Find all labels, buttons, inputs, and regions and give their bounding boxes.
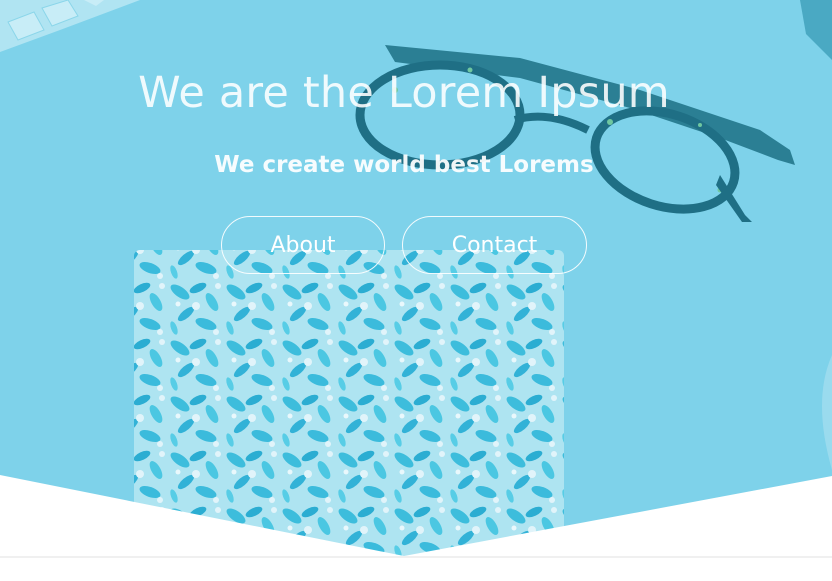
contact-button-label: Contact: [451, 232, 538, 258]
hero-subtitle: We create world best Lorems: [214, 152, 594, 178]
floral-notebook-icon: [134, 250, 564, 570]
hero-title: We are the Lorem Ipsum: [138, 68, 670, 118]
contact-button[interactable]: Contact: [402, 216, 587, 274]
about-button-label: About: [270, 232, 336, 258]
hero-section: We are the Lorem Ipsum We create world b…: [0, 0, 832, 581]
about-button[interactable]: About: [221, 216, 385, 274]
